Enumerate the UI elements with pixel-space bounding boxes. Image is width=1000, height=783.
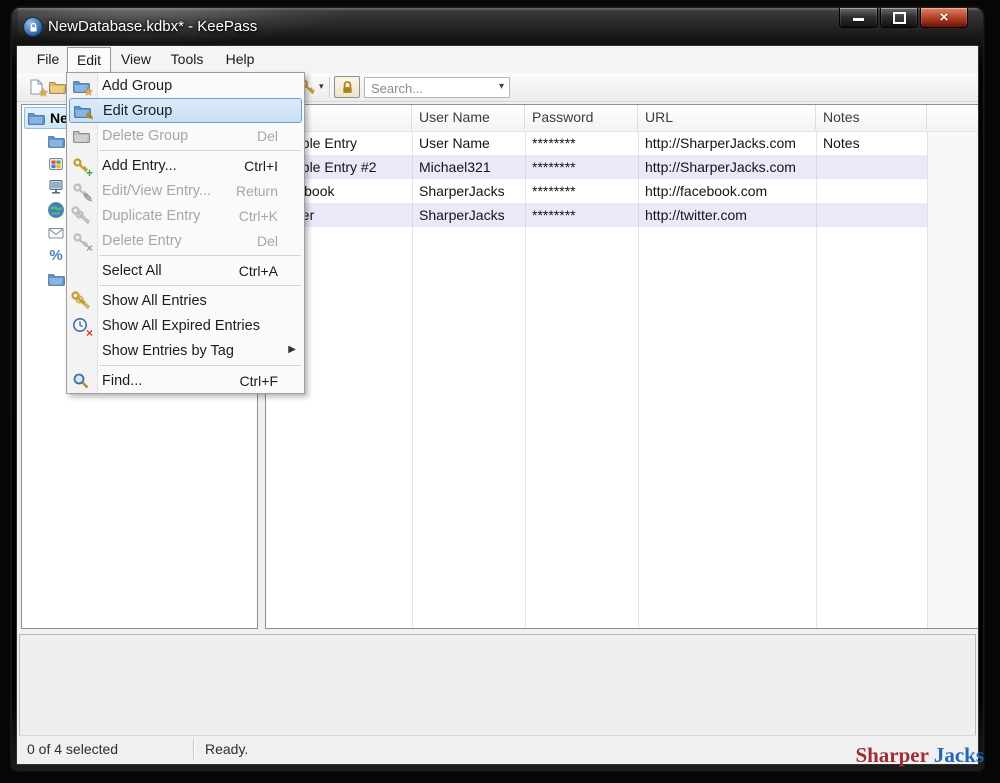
keys-icon [72,292,90,310]
entry-details-panel [19,634,976,737]
key-add-icon: + [72,157,93,179]
maximize-button[interactable] [880,8,918,28]
expired-clock-icon: × [72,317,93,339]
menu-item-show-entries-by-tag[interactable]: Show Entries by Tag ▶ [67,338,304,363]
key-delete-icon: × [72,232,93,254]
column-header-url[interactable]: URL [638,105,816,130]
window-title: NewDatabase.kdbx* - KeePass [48,18,258,35]
entry-row[interactable]: Facebook SharperJacks ******** http://fa… [266,179,927,203]
menu-help[interactable]: Help [219,47,261,72]
submenu-arrow-icon: ▶ [288,344,296,355]
menu-edit[interactable]: Edit [67,47,111,73]
search-input[interactable] [369,79,491,98]
cell-notes[interactable]: Notes [816,131,927,155]
menu-item-edit-group[interactable]: ✎ Edit Group [69,98,302,123]
column-header-filler [927,105,978,130]
open-database-icon[interactable] [48,78,66,96]
folder-edit-icon: ✎ [73,102,94,122]
watermark-word2: Jacks [933,743,984,767]
cell-url[interactable]: http://facebook.com [638,179,816,203]
minimize-button[interactable] [839,8,878,28]
menu-bar: File Edit View Tools Help [17,46,978,73]
menu-item-delete-group: Delete Group Del [67,123,304,148]
title-bar: NewDatabase.kdbx* - KeePass × [12,8,983,45]
menu-item-add-entry[interactable]: + Add Entry... Ctrl+I [67,153,304,179]
menu-tools[interactable]: Tools [163,47,211,72]
column-header-username[interactable]: User Name [412,105,525,130]
open-folder-icon [27,109,45,127]
edit-menu-popup: ★ Add Group ✎ Edit Group Delete Group De… [66,72,305,394]
cell-username[interactable]: Michael321 [412,155,525,179]
search-dropdown-arrow-icon[interactable]: ▾ [499,81,504,92]
menu-item-show-all-expired-entries[interactable]: × Show All Expired Entries [67,313,304,339]
menu-item-find[interactable]: Find... Ctrl+F [67,368,304,393]
cell-notes[interactable] [816,155,927,179]
key-duplicate-icon [72,207,90,225]
menu-view[interactable]: View [115,47,157,72]
folder-add-icon: ★ [72,77,93,97]
magnifier-icon [72,372,90,390]
cell-password[interactable]: ******** [525,131,638,155]
cell-url[interactable]: http://SharperJacks.com [638,131,816,155]
empty-icon-slot [72,342,90,360]
add-entry-dropdown-arrow-icon[interactable]: ▾ [319,81,324,92]
cell-url[interactable]: http://SharperJacks.com [638,155,816,179]
entry-row[interactable]: Twitter SharperJacks ******** http://twi… [266,203,927,227]
folder-delete-icon [72,127,90,145]
cell-password[interactable]: ******** [525,179,638,203]
status-bar: 0 of 4 selected Ready. [19,735,976,762]
menu-item-select-all[interactable]: Select All Ctrl+A [67,258,304,283]
column-header-password[interactable]: Password [525,105,638,130]
statusbar-divider [193,739,194,759]
menu-item-duplicate-entry: Duplicate Entry Ctrl+K [67,203,304,228]
tree-group-folder-icon[interactable] [47,132,65,150]
watermark-word1: Sharper [855,743,929,767]
tree-group-email-icon[interactable] [47,224,65,242]
toolbar-separator [329,77,330,97]
menu-item-delete-entry: × Delete Entry Del [67,228,304,254]
key-edit-icon: ✎ [72,182,93,204]
menu-item-add-group[interactable]: ★ Add Group [67,73,304,98]
empty-icon-slot [72,262,90,280]
tree-group-folder2-icon[interactable] [47,270,65,288]
close-button[interactable]: × [920,8,968,28]
lock-workspace-button[interactable] [334,76,360,98]
selection-status: 0 of 4 selected [27,741,119,757]
cell-username[interactable]: SharperJacks [412,179,525,203]
menu-file[interactable]: File [29,47,67,72]
cell-password[interactable]: ******** [525,155,638,179]
lock-icon [340,80,355,95]
list-header: Title User Name Password URL Notes [266,105,978,132]
sharper-jacks-watermark: Sharper Jacks [855,743,984,768]
cell-notes[interactable] [816,203,927,227]
add-entry-toolbar-icon[interactable] [303,78,317,96]
entry-row[interactable]: Sample Entry #2 Michael321 ******** http… [266,155,927,179]
entry-row[interactable]: Sample Entry User Name ******** http://S… [266,131,927,155]
window-controls: × [837,8,968,28]
cell-notes[interactable] [816,179,927,203]
keepass-app-icon [23,17,43,37]
tree-group-internet-icon[interactable] [47,201,65,219]
list-filler-area [927,105,978,628]
column-header-notes[interactable]: Notes [816,105,927,130]
new-database-icon[interactable]: ★ [27,78,48,99]
menu-item-edit-view-entry: ✎ Edit/View Entry... Return [67,178,304,204]
close-icon: × [939,9,949,26]
cell-password[interactable]: ******** [525,203,638,227]
cell-username[interactable]: SharperJacks [412,203,525,227]
restore-icon [892,11,906,24]
tree-group-windows-icon[interactable] [47,155,65,173]
entry-list-panel: Title User Name Password URL Notes Sampl… [265,104,978,629]
menu-item-show-all-entries[interactable]: Show All Entries [67,288,304,313]
ready-status: Ready. [205,741,249,757]
cell-username[interactable]: User Name [412,131,525,155]
tree-group-network-icon[interactable] [47,178,65,196]
search-box: ▾ [364,77,510,98]
cell-url[interactable]: http://twitter.com [638,203,816,227]
minimize-icon [853,18,864,21]
tree-group-homebanking-icon[interactable]: % [47,247,65,265]
